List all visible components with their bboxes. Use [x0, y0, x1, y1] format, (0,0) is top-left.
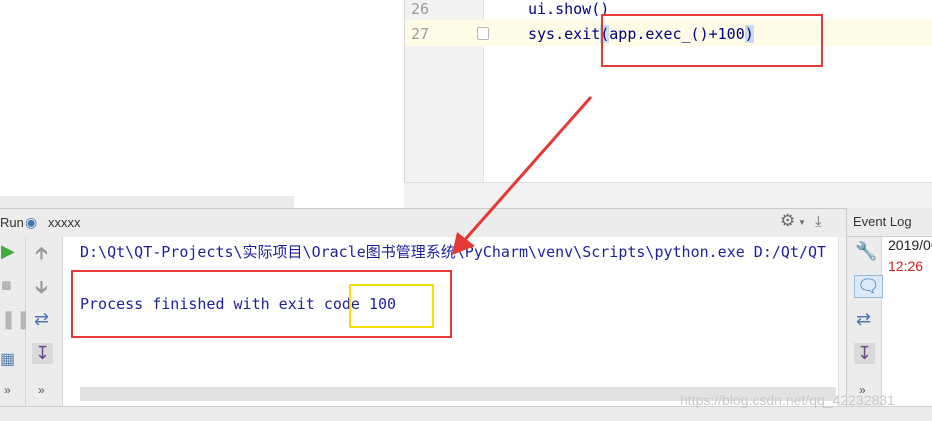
watermark: https://blog.csdn.net/qq_42232831 — [680, 392, 895, 408]
code-line[interactable]: ui.show() — [528, 0, 609, 18]
rerun-icon[interactable]: ▶ — [1, 241, 15, 262]
run-actions-toolbar: ▶ ■ ❚❚ ▦ » — [0, 237, 31, 406]
event-log-panel: Event Log 🔧 🗨 ⇄ ↧ » 2019/06 12:26 — [846, 208, 932, 406]
scroll-to-end-icon[interactable]: ↧ — [32, 343, 54, 364]
horizontal-scrollbar[interactable] — [0, 196, 294, 208]
annotation-box-code — [601, 14, 823, 67]
more-icon[interactable]: » — [4, 383, 11, 397]
event-date: 2019/06 — [888, 237, 932, 253]
stop-icon[interactable]: ■ — [1, 275, 12, 296]
status-bar — [0, 406, 932, 421]
top-left-pane — [0, 0, 404, 196]
event-time: 12:26 — [888, 258, 924, 274]
soft-wrap-icon[interactable]: ⇄ — [34, 309, 49, 330]
annotation-box-exit-code — [349, 284, 434, 328]
command-line-text: D:\Qt\QT-Projects\实际项目\Oracle图书管理系统\PyCh… — [80, 243, 827, 261]
layout-icon[interactable]: ▦ — [0, 349, 15, 369]
line-number: 27 — [411, 25, 430, 43]
run-label[interactable]: Run — [0, 215, 24, 230]
editor-footer — [404, 182, 932, 209]
event-log-toolbar: 🔧 🗨 ⇄ ↧ » — [847, 237, 883, 406]
more-icon[interactable]: » — [38, 383, 45, 397]
arrow-up-icon[interactable]: 🡱 — [35, 241, 48, 271]
gear-icon[interactable]: ⚙ — [780, 211, 795, 231]
hide-panel-icon[interactable]: ⤓ — [815, 213, 822, 230]
run-tab[interactable]: xxxxx — [48, 215, 81, 230]
chevron-down-icon[interactable]: ▼ — [798, 218, 806, 227]
wrench-icon[interactable]: 🔧 — [855, 241, 877, 262]
scroll-to-end-icon[interactable]: ↧ — [854, 343, 876, 364]
event-log-header: Event Log — [847, 208, 932, 237]
arrow-down-icon[interactable]: 🡳 — [35, 275, 48, 305]
line-number: 26 — [411, 0, 430, 18]
console-actions-toolbar: 🡱 🡳 ⇄ ↧ » — [26, 237, 63, 406]
soft-wrap-icon[interactable]: ⇄ — [856, 309, 871, 330]
run-toolbar: Run ◉ xxxxx ⚙ ▼ ⤓ — [0, 208, 846, 238]
code-call: sys.exit — [528, 25, 601, 43]
speech-bubble-icon[interactable]: 🗨 — [854, 275, 883, 298]
python-icon: ◉ — [25, 214, 38, 230]
fold-marker-icon[interactable] — [477, 27, 489, 40]
event-log-title[interactable]: Event Log — [853, 214, 912, 229]
